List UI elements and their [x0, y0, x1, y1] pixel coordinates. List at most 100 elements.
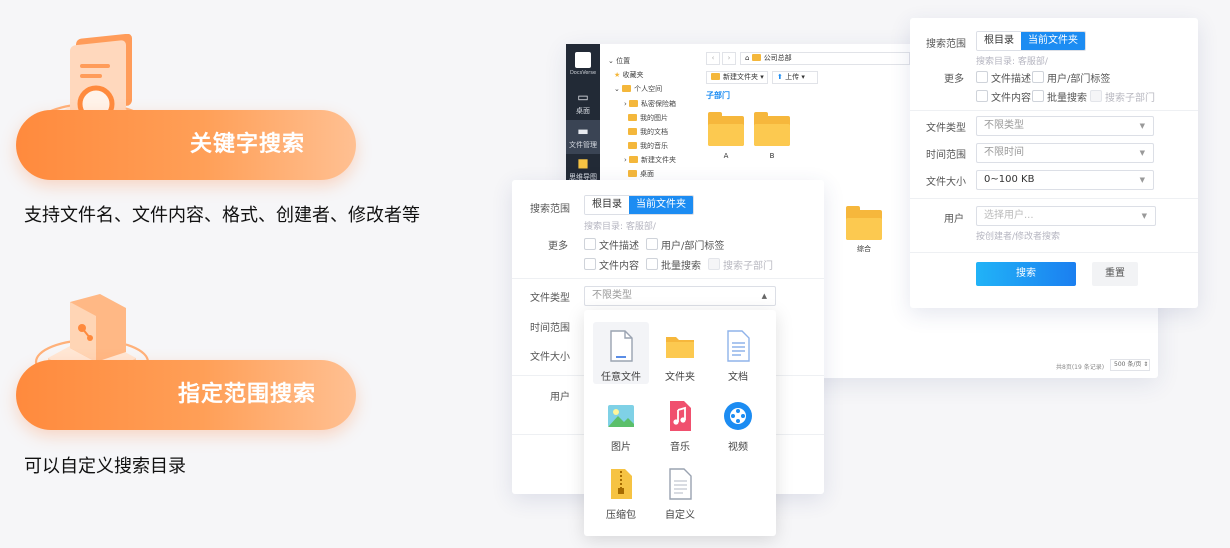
option-search-subdepartment[interactable]: 搜索子部门 — [708, 257, 773, 272]
file-type-select[interactable]: 不限类型 ▼ — [976, 116, 1154, 136]
divider — [512, 278, 824, 279]
folder-icon — [628, 114, 637, 121]
nav-file-management[interactable]: ▬ 文件管理 — [566, 120, 600, 154]
home-icon: ⌂ — [745, 54, 750, 62]
file-size-label: 文件大小 — [926, 177, 966, 188]
keyword-search-title: 关键字搜索 — [190, 132, 306, 157]
tree-item[interactable]: › 新建文件夹 — [624, 155, 676, 165]
folder-icon — [666, 337, 694, 358]
image-icon — [608, 405, 634, 427]
desktop-icon: ▭ — [577, 90, 589, 104]
user-label: 用户 — [944, 214, 964, 225]
tree-item[interactable]: 桌面 — [628, 169, 654, 179]
option-user-dept-tag[interactable]: 用户/部门标签 — [646, 237, 724, 252]
type-option-video[interactable]: 视频 — [710, 392, 766, 454]
tab-root[interactable]: 根目录 — [585, 196, 629, 214]
type-option-custom[interactable]: 自定义 — [652, 460, 708, 522]
tree-item[interactable]: 我的图片 — [628, 113, 668, 123]
user-hint: 按创建者/修改者搜索 — [976, 232, 1061, 242]
option-file-content[interactable]: 文件内容 — [584, 257, 639, 272]
file-type-label: 文件类型 — [530, 293, 570, 304]
time-range-label: 时间范围 — [926, 150, 966, 161]
scope-search-title: 指定范围搜索 — [178, 382, 317, 407]
option-batch-search[interactable]: 批量搜索 — [646, 257, 701, 272]
divider — [910, 252, 1198, 253]
folder-icon — [622, 85, 632, 92]
forward-button[interactable]: › — [722, 52, 736, 65]
tree-item[interactable]: › 私密保险箱 — [624, 99, 676, 109]
file-type-select[interactable]: 不限类型 ▲ — [584, 286, 776, 306]
tree-personal-space[interactable]: ⌄ 个人空间 — [614, 84, 662, 94]
option-file-description[interactable]: 文件描述 — [976, 70, 1031, 85]
file-size-label: 文件大小 — [530, 352, 570, 363]
scope-hint: 搜索目录: 客服部/ — [976, 57, 1048, 67]
type-option-image[interactable]: 图片 — [593, 392, 649, 454]
tab-current-folder[interactable]: 当前文件夹 — [629, 196, 693, 214]
folder-icon — [628, 128, 637, 135]
tree-root[interactable]: ⌄ 位置 — [608, 56, 630, 66]
option-search-subdepartment[interactable]: 搜索子部门 — [1090, 89, 1155, 104]
nav-desktop[interactable]: ▭ 桌面 — [566, 90, 600, 116]
section-title: 子部门 — [706, 91, 730, 100]
type-option-any-file[interactable]: 任意文件 — [593, 322, 649, 384]
option-user-dept-tag[interactable]: 用户/部门标签 — [1032, 70, 1110, 85]
chevron-down-icon: ▼ — [1139, 176, 1145, 184]
type-option-document[interactable]: 文档 — [710, 322, 766, 384]
app-logo-icon — [575, 52, 591, 68]
page-size-select[interactable]: 500 条/页 ⇕ — [1110, 359, 1150, 371]
scope-tabs: 根目录 当前文件夹 — [584, 195, 694, 215]
tab-current-folder[interactable]: 当前文件夹 — [1021, 32, 1085, 50]
folder-icon — [629, 156, 639, 163]
time-range-label: 时间范围 — [530, 323, 570, 334]
nav-mindmap[interactable]: ■ 思维导图 — [566, 156, 600, 182]
user-select[interactable]: 选择用户... ▼ — [976, 206, 1156, 226]
keyword-search-description: 支持文件名、文件内容、格式、创建者、修改者等 — [24, 205, 420, 226]
tree-item[interactable]: 我的文档 — [628, 127, 668, 137]
option-file-content[interactable]: 文件内容 — [976, 89, 1031, 104]
more-label: 更多 — [944, 74, 964, 85]
zip-icon — [611, 469, 632, 499]
option-file-description[interactable]: 文件描述 — [584, 237, 639, 252]
folder-icon — [708, 112, 744, 146]
any-file-icon — [610, 330, 633, 362]
app-logo-text: DocsVerse — [569, 70, 597, 76]
folder-icon — [628, 142, 637, 149]
scope-tabs: 根目录 当前文件夹 — [976, 31, 1086, 51]
folder-name: 综合 — [857, 245, 871, 253]
time-range-select[interactable]: 不限时间 ▼ — [976, 143, 1154, 163]
option-batch-search[interactable]: 批量搜索 — [1032, 89, 1087, 104]
type-option-archive[interactable]: 压缩包 — [593, 460, 649, 522]
upload-button[interactable]: ⬆ 上传 ▾ — [772, 71, 818, 84]
custom-file-icon — [669, 468, 692, 500]
reset-button[interactable]: 重置 — [1092, 262, 1138, 286]
search-panel-expanded: 搜索范围 根目录 当前文件夹 搜索目录: 客服部/ 更多 文件描述 用户/部门标… — [910, 18, 1198, 308]
scope-label: 搜索范围 — [530, 204, 570, 215]
new-folder-button[interactable]: 新建文件夹 ▾ — [706, 71, 768, 84]
scope-search-pill: 指定范围搜索 — [16, 360, 356, 430]
file-size-select[interactable]: 0~100 KB ▼ — [976, 170, 1154, 190]
chevron-down-icon: ▼ — [1139, 149, 1145, 157]
divider — [910, 198, 1198, 199]
user-label: 用户 — [550, 392, 570, 403]
type-option-folder[interactable]: 文件夹 — [652, 322, 708, 384]
address-bar[interactable]: ⌂ 公司总部 — [740, 52, 910, 65]
tree-item[interactable]: 我的音乐 — [628, 141, 668, 151]
video-icon — [724, 402, 752, 430]
more-label: 更多 — [548, 241, 568, 252]
scope-label: 搜索范围 — [926, 39, 966, 50]
upload-icon: ⬆ — [777, 73, 783, 81]
star-icon: ★ — [614, 71, 621, 79]
type-option-music[interactable]: 音乐 — [652, 392, 708, 454]
file-type-label: 文件类型 — [926, 123, 966, 134]
chevron-up-icon: ▲ — [761, 292, 767, 300]
folder-icon — [846, 206, 882, 240]
breadcrumb: 公司总部 — [763, 54, 792, 62]
search-button[interactable]: 搜索 — [976, 262, 1076, 286]
folder-icon — [751, 54, 761, 61]
scope-hint: 搜索目录: 客服部/ — [584, 222, 656, 232]
chevron-down-icon: ▼ — [1141, 212, 1147, 220]
tree-favorites[interactable]: ★ 收藏夹 — [614, 70, 644, 80]
tab-root[interactable]: 根目录 — [977, 32, 1021, 50]
keyword-search-pill: 关键字搜索 — [16, 110, 356, 180]
back-button[interactable]: ‹ — [706, 52, 720, 65]
